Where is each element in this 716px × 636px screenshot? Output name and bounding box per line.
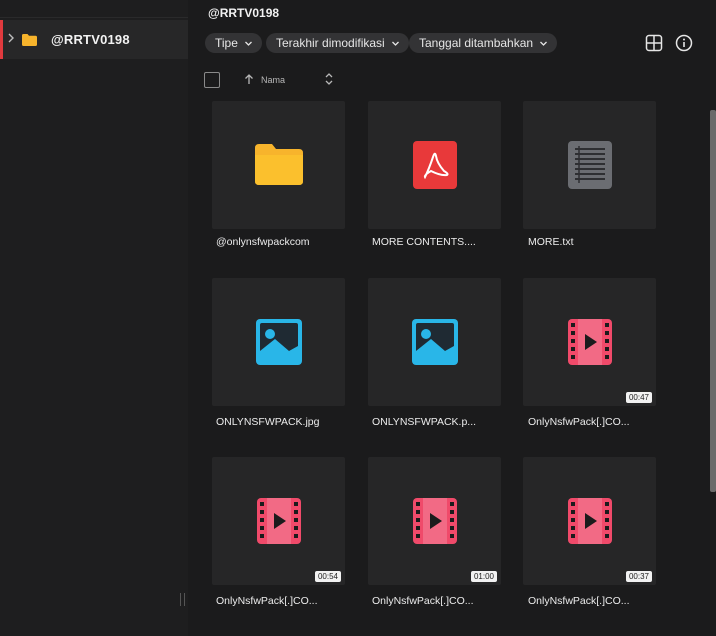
image-icon xyxy=(255,319,302,365)
file-name[interactable]: OnlyNsfwPack[.]CO... xyxy=(372,595,474,607)
sidebar-item-label: @RRTV0198 xyxy=(51,32,130,47)
video-icon xyxy=(256,498,301,544)
file-tile-image[interactable] xyxy=(212,278,345,406)
file-name[interactable]: ONLYNSFWPACK.jpg xyxy=(216,416,319,428)
file-tile-pdf[interactable] xyxy=(368,101,501,229)
filter-date-added-dropdown[interactable]: Tanggal ditambahkan xyxy=(409,33,558,53)
video-duration-badge: 00:47 xyxy=(625,392,652,403)
scrollbar[interactable] xyxy=(710,110,716,492)
chevron-down-icon xyxy=(391,41,399,46)
video-icon xyxy=(412,498,457,544)
chevron-down-icon xyxy=(244,41,252,46)
file-tile-video[interactable]: 00:47 xyxy=(523,278,656,406)
file-name[interactable]: OnlyNsfwPack[.]CO... xyxy=(528,595,630,607)
file-tile-image[interactable] xyxy=(368,278,501,406)
page-title: @RRTV0198 xyxy=(208,6,280,20)
file-tile-text[interactable] xyxy=(523,101,656,229)
sort-toggle-icon[interactable] xyxy=(324,72,334,86)
file-name[interactable]: @onlynsfwpackcom xyxy=(216,236,310,248)
main-panel: @RRTV0198 Tipe Terakhir dimodifikasi Tan… xyxy=(188,0,716,636)
sidebar-item-rrtv0198[interactable]: @RRTV0198 xyxy=(0,20,188,59)
video-duration-badge: 01:00 xyxy=(470,571,497,582)
grid-view-icon[interactable] xyxy=(645,34,663,52)
filter-label: Tipe xyxy=(215,36,238,50)
image-icon xyxy=(411,319,458,365)
folder-icon xyxy=(22,33,37,46)
file-tile-video[interactable]: 00:37 xyxy=(523,457,656,585)
chevron-down-icon xyxy=(540,41,548,46)
info-icon[interactable] xyxy=(675,34,693,52)
filter-type-dropdown[interactable]: Tipe xyxy=(205,33,262,53)
filter-label: Terakhir dimodifikasi xyxy=(276,36,385,50)
filter-label: Tanggal ditambahkan xyxy=(419,36,534,50)
video-icon xyxy=(567,498,612,544)
video-duration-badge: 00:37 xyxy=(625,571,652,582)
sort-by-name-label[interactable]: Nama xyxy=(261,75,285,85)
file-name[interactable]: MORE CONTENTS.... xyxy=(372,236,476,248)
chevron-right-icon[interactable] xyxy=(7,33,17,46)
sidebar: @RRTV0198 xyxy=(0,0,188,636)
filter-modified-dropdown[interactable]: Terakhir dimodifikasi xyxy=(266,33,409,53)
file-tile-folder[interactable] xyxy=(212,101,345,229)
pdf-icon xyxy=(412,141,457,189)
select-all-checkbox[interactable] xyxy=(204,72,220,88)
video-icon xyxy=(567,319,612,365)
file-name[interactable]: OnlyNsfwPack[.]CO... xyxy=(528,416,630,428)
video-duration-badge: 00:54 xyxy=(314,571,341,582)
text-document-icon xyxy=(567,141,612,189)
file-tile-video[interactable]: 01:00 xyxy=(368,457,501,585)
folder-icon xyxy=(254,144,303,185)
file-tile-video[interactable]: 00:54 xyxy=(212,457,345,585)
sidebar-resize-handle[interactable] xyxy=(180,593,185,606)
file-name[interactable]: MORE.txt xyxy=(528,236,574,248)
sidebar-header xyxy=(0,0,188,18)
arrow-up-icon[interactable] xyxy=(243,73,255,85)
file-name[interactable]: OnlyNsfwPack[.]CO... xyxy=(216,595,318,607)
file-name[interactable]: ONLYNSFWPACK.p... xyxy=(372,416,476,428)
sort-header: Nama xyxy=(188,68,716,92)
